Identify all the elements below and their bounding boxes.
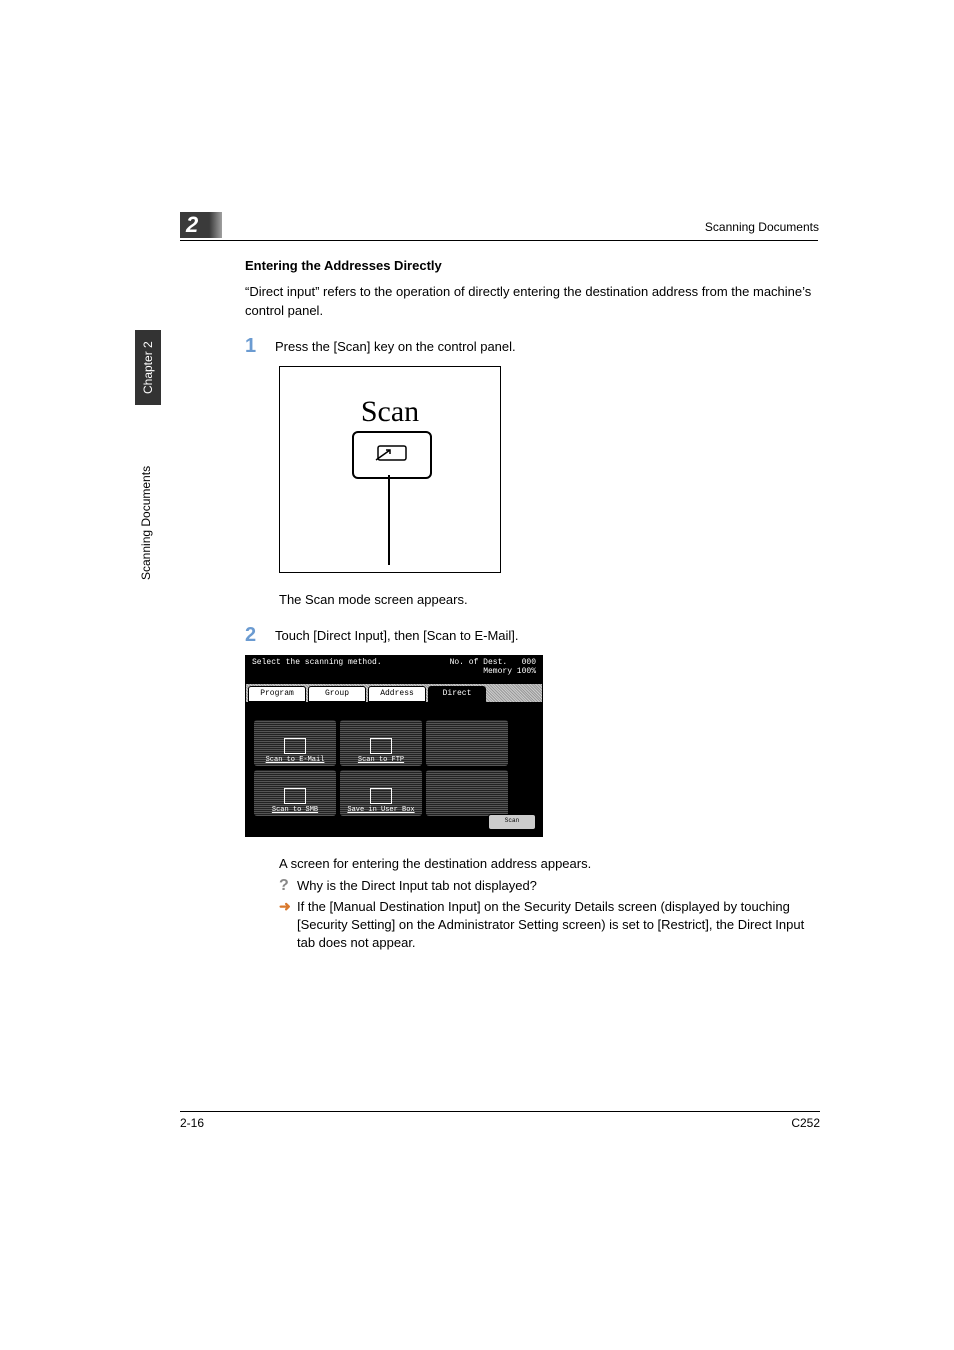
screen-tabs: Program Group Address Book Direct Input bbox=[246, 684, 542, 702]
btn-save-user-box[interactable]: Save in User Box bbox=[340, 770, 422, 816]
step-number: 1 bbox=[245, 335, 275, 358]
btn-label: Scan to SMB bbox=[272, 806, 318, 814]
btn-label: Scan to E-Mail bbox=[266, 756, 325, 764]
btn-scan-to-smb[interactable]: Scan to SMB bbox=[254, 770, 336, 816]
step-text: Press the [Scan] key on the control pane… bbox=[275, 335, 516, 354]
btn-label: Scan to FTP bbox=[358, 756, 404, 764]
arrow-icon: ➜ bbox=[279, 898, 297, 915]
scan-cable-line bbox=[388, 475, 390, 565]
blank-cell bbox=[426, 770, 508, 816]
model-name: C252 bbox=[791, 1116, 820, 1130]
scan-icon bbox=[372, 440, 412, 470]
lcd-screenshot: Select the scanning method. No. of Dest.… bbox=[245, 655, 543, 837]
tab-group[interactable]: Group bbox=[308, 686, 366, 702]
blank-cell bbox=[426, 720, 508, 766]
question-row: ? Why is the Direct Input tab not displa… bbox=[279, 877, 820, 895]
dest-count-value: 000 bbox=[522, 658, 536, 667]
dest-count-label: No. of Dest. bbox=[450, 658, 508, 667]
page-number: 2-16 bbox=[180, 1116, 204, 1130]
sidebar: Chapter 2 Scanning Documents bbox=[135, 330, 161, 590]
scan-hardware-button bbox=[352, 431, 432, 479]
btn-label: Save in User Box bbox=[347, 806, 414, 814]
sidebar-chapter-tab: Chapter 2 bbox=[135, 330, 161, 405]
sidebar-section-label: Scanning Documents bbox=[139, 420, 153, 580]
tab-program[interactable]: Program bbox=[248, 686, 306, 702]
tab-address-book[interactable]: Address Book bbox=[368, 686, 426, 702]
scan-key-label: Scan bbox=[280, 395, 500, 429]
step-1: 1 Press the [Scan] key on the control pa… bbox=[245, 335, 820, 358]
question-text: Why is the Direct Input tab not displaye… bbox=[297, 877, 537, 895]
step-text: Touch [Direct Input], then [Scan to E-Ma… bbox=[275, 624, 519, 643]
btn-scan-to-email[interactable]: Scan to E-Mail bbox=[254, 720, 336, 766]
step-1-result: The Scan mode screen appears. bbox=[279, 591, 820, 610]
question-icon: ? bbox=[279, 877, 297, 895]
step-2-result: A screen for entering the destination ad… bbox=[279, 855, 820, 874]
smb-icon bbox=[284, 788, 306, 804]
footer: 2-16 C252 bbox=[180, 1111, 820, 1130]
userbox-icon bbox=[370, 788, 392, 804]
answer-row: ➜ If the [Manual Destination Input] on t… bbox=[279, 898, 820, 953]
btn-scan-to-ftp[interactable]: Scan to FTP bbox=[340, 720, 422, 766]
chapter-number-badge: 2 bbox=[180, 212, 222, 238]
envelope-icon bbox=[284, 738, 306, 754]
screen-prompt: Select the scanning method. bbox=[252, 658, 382, 686]
step-2: 2 Touch [Direct Input], then [Scan to E-… bbox=[245, 624, 820, 647]
step-number: 2 bbox=[245, 624, 275, 647]
main-content: Entering the Addresses Directly “Direct … bbox=[245, 258, 820, 954]
tab-direct-input[interactable]: Direct Input bbox=[428, 686, 486, 702]
btn-scan-settings[interactable]: Scan Settings bbox=[488, 814, 536, 830]
header-rule bbox=[180, 240, 818, 241]
section-heading: Entering the Addresses Directly bbox=[245, 258, 820, 273]
intro-paragraph: “Direct input” refers to the operation o… bbox=[245, 283, 820, 321]
scan-key-figure: Scan bbox=[279, 366, 501, 573]
answer-text: If the [Manual Destination Input] on the… bbox=[297, 898, 820, 953]
screen-body: Scan to E-Mail Scan to FTP Scan to SMB S… bbox=[246, 702, 542, 836]
memory-status: Memory 100% bbox=[483, 667, 536, 676]
running-header: Scanning Documents bbox=[705, 220, 819, 234]
ftp-icon bbox=[370, 738, 392, 754]
